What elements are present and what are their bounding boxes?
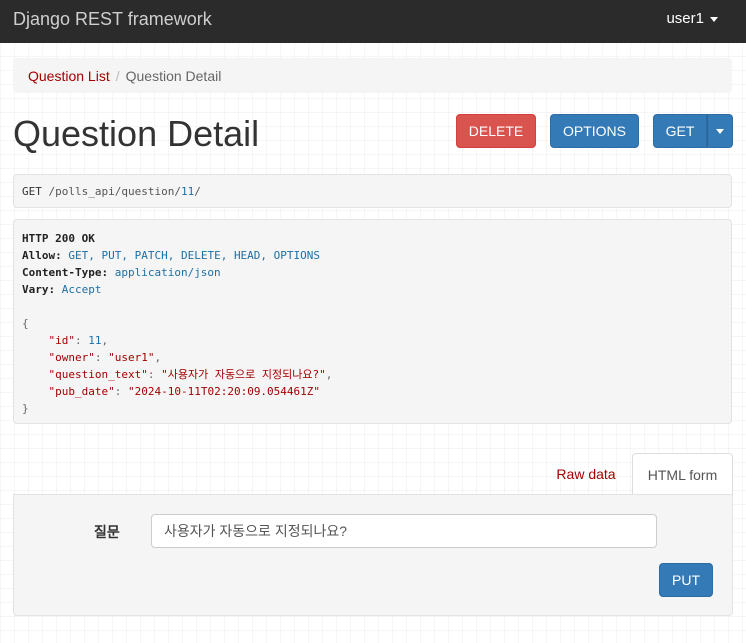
json-key-id: "id" xyxy=(48,334,76,347)
response-info: HTTP 200 OK Allow: GET, PUT, PATCH, DELE… xyxy=(13,219,732,424)
html-form-panel: 질문 PUT xyxy=(13,494,733,616)
header-name: Content-Type: xyxy=(22,266,109,279)
breadcrumb: Question List / Question Detail xyxy=(13,58,732,93)
breadcrumb-current: Question Detail xyxy=(125,68,222,84)
get-button[interactable]: GET xyxy=(653,114,707,148)
request-path-suffix: / xyxy=(194,185,201,198)
user-menu[interactable]: user1 xyxy=(666,10,718,27)
get-format-dropdown[interactable] xyxy=(707,114,733,148)
json-key-question-text: "question_text" xyxy=(48,368,148,381)
header-value: Accept xyxy=(61,283,102,296)
navbar: Django REST framework user1 xyxy=(0,0,746,43)
header-value: application/json xyxy=(114,266,221,279)
json-value-id: 11 xyxy=(88,334,102,347)
breadcrumb-separator: / xyxy=(115,68,120,84)
brand-link[interactable]: Django REST framework xyxy=(13,9,212,30)
json-value-question-text: "사용자가 자동으로 지정되나요?" xyxy=(161,368,326,381)
caret-down-icon xyxy=(710,16,718,22)
tab-raw-data[interactable]: Raw data xyxy=(543,453,629,494)
header-name: Vary: xyxy=(22,283,56,296)
tab-html-form[interactable]: HTML form xyxy=(632,453,733,495)
request-info: GET /polls_api/question/11/ xyxy=(13,174,732,208)
delete-button[interactable]: DELETE xyxy=(456,114,536,148)
json-key-pub-date: "pub_date" xyxy=(48,385,115,398)
user-name: user1 xyxy=(666,10,704,27)
header-name: Allow: xyxy=(22,249,62,262)
breadcrumb-question-list[interactable]: Question List xyxy=(28,68,110,84)
question-text-input[interactable] xyxy=(151,514,657,548)
request-path-id: 11 xyxy=(180,185,195,198)
json-value-owner: "user1" xyxy=(108,351,155,364)
request-path: /polls_api/question/ xyxy=(41,185,181,198)
response-status: HTTP 200 OK xyxy=(22,232,95,245)
options-button[interactable]: OPTIONS xyxy=(550,114,639,148)
question-field-label: 질문 xyxy=(94,524,120,540)
json-open-brace: { xyxy=(22,317,29,330)
json-key-owner: "owner" xyxy=(48,351,95,364)
page-title: Question Detail xyxy=(13,113,260,154)
json-value-pub-date: "2024-10-11T02:20:09.054461Z" xyxy=(127,385,321,398)
header-value: GET, PUT, PATCH, DELETE, HEAD, OPTIONS xyxy=(68,249,321,262)
json-close-brace: } xyxy=(22,402,29,415)
put-button[interactable]: PUT xyxy=(659,563,713,597)
caret-down-icon xyxy=(716,128,724,134)
request-method: GET xyxy=(22,185,42,198)
